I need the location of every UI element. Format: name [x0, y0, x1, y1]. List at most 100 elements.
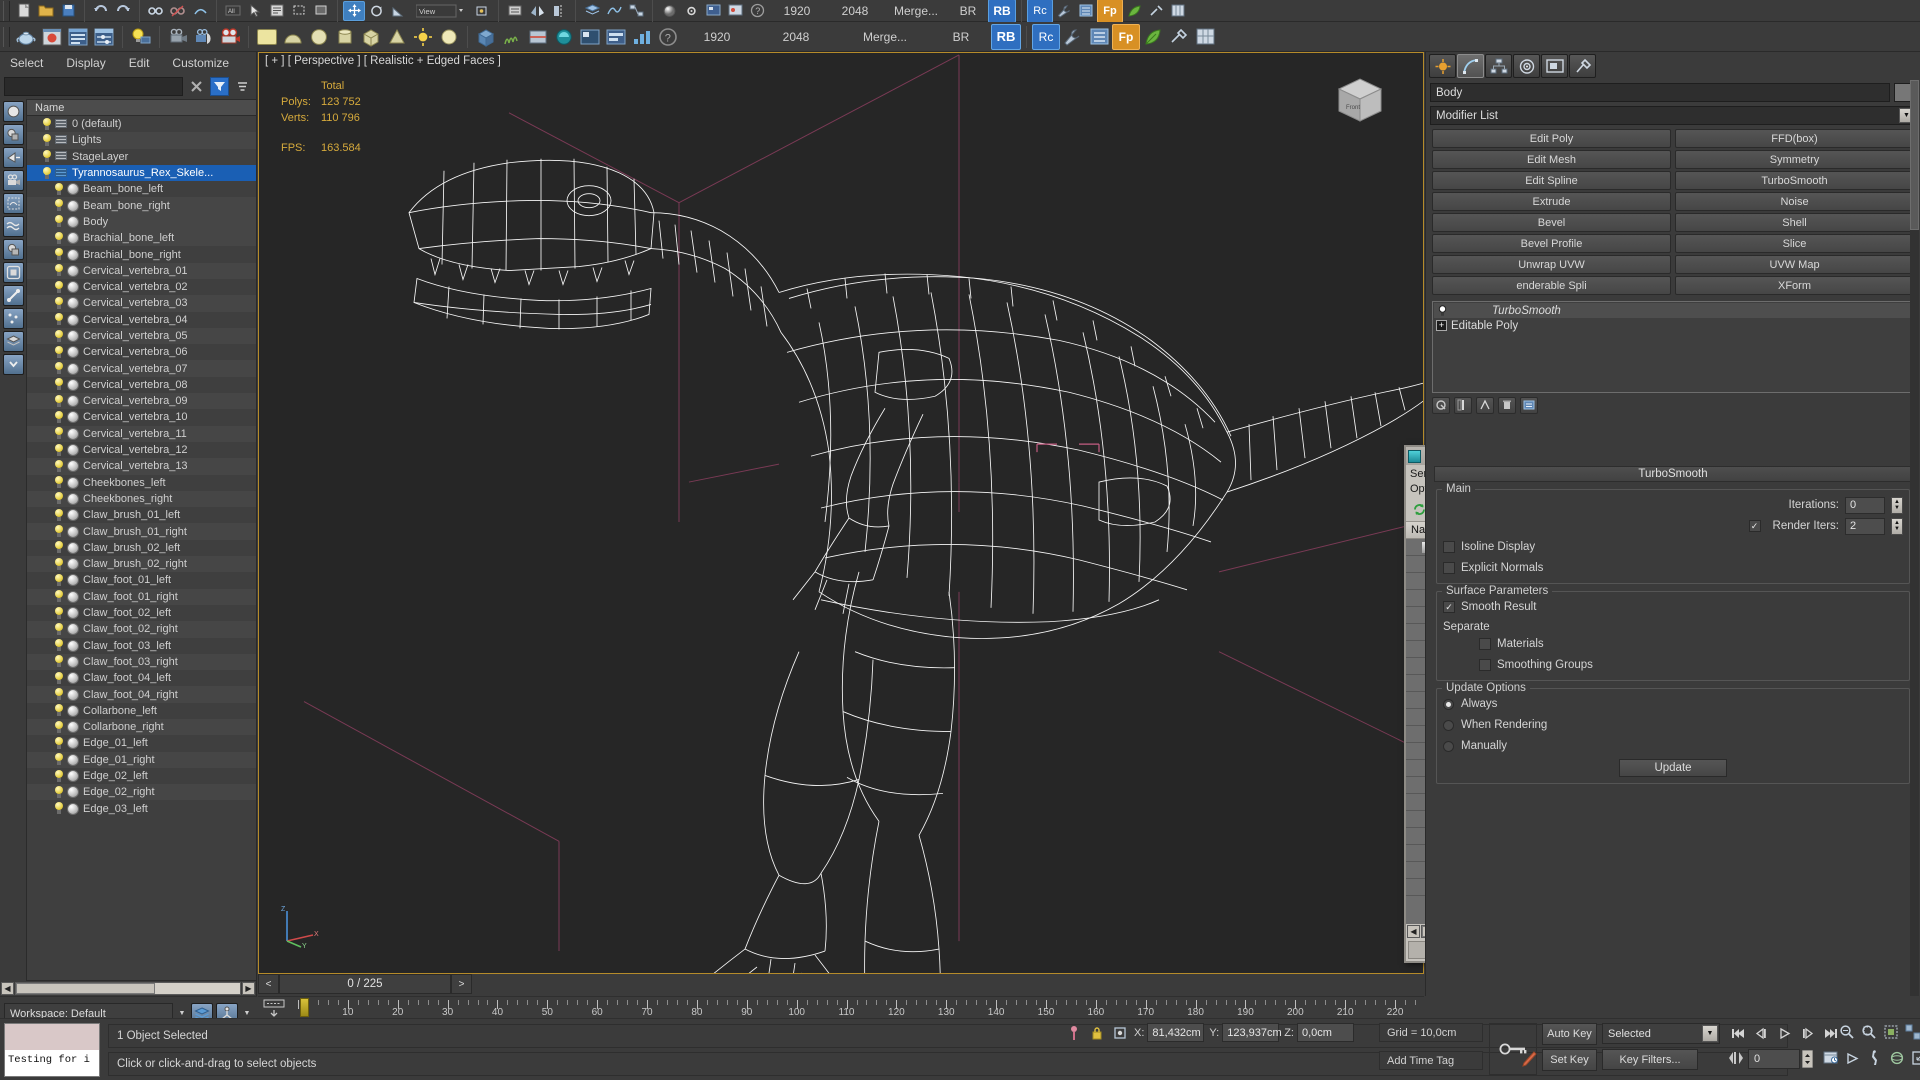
- iterations-spinner[interactable]: ▲ ▼: [1891, 496, 1903, 514]
- tab-modify[interactable]: [1457, 54, 1484, 78]
- filter-lights-icon[interactable]: [2, 147, 24, 168]
- scene-explorer-row[interactable]: Cervical_vertebra_02: [27, 279, 256, 295]
- visibility-bulb-icon[interactable]: [53, 492, 65, 505]
- light-lister-icon[interactable]: [128, 24, 154, 50]
- current-frame-input[interactable]: 0: [1748, 1049, 1800, 1069]
- slate-material-editor-icon[interactable]: [91, 24, 117, 50]
- render-iters-checkbox[interactable]: ✓: [1748, 520, 1761, 532]
- visibility-bulb-icon[interactable]: [53, 410, 65, 424]
- modifier-button[interactable]: Edit Spline: [1432, 171, 1671, 190]
- modifier-button[interactable]: Bevel: [1432, 213, 1671, 232]
- next-frame-button[interactable]: >: [451, 974, 472, 994]
- sphere-primitive-icon[interactable]: [280, 24, 306, 50]
- modifier-stack[interactable]: TurboSmooth + Editable Poly: [1432, 301, 1914, 393]
- modifier-button[interactable]: Noise: [1675, 192, 1914, 211]
- modifier-button[interactable]: Symmetry: [1675, 150, 1914, 169]
- tab-hierarchy[interactable]: [1485, 54, 1512, 78]
- selection-lock-icon[interactable]: [1088, 1024, 1106, 1042]
- scene-explorer-row[interactable]: Cervical_vertebra_03: [27, 295, 256, 312]
- cone-primitive-icon[interactable]: [384, 24, 410, 50]
- visibility-bulb-icon[interactable]: [53, 573, 65, 587]
- modifier-button[interactable]: Unwrap UVW: [1432, 255, 1671, 274]
- scroll-left-icon[interactable]: ◀: [1, 982, 14, 995]
- object-name-field[interactable]: Body: [1430, 83, 1890, 102]
- cylinder-primitive-icon[interactable]: [332, 24, 358, 50]
- toggle-layer-explorer-icon[interactable]: [581, 1, 603, 21]
- visibility-bulb-icon[interactable]: [53, 394, 65, 408]
- rendered-frame-window-icon[interactable]: [702, 1, 724, 21]
- visibility-bulb-icon[interactable]: [53, 753, 65, 766]
- tab-create[interactable]: [1429, 54, 1456, 78]
- toolbar-grip-2[interactable]: [3, 26, 10, 47]
- visibility-bulb-icon[interactable]: [53, 215, 65, 228]
- configure-sets-icon[interactable]: [1520, 396, 1538, 414]
- expand-base-object-icon[interactable]: +: [1436, 320, 1447, 331]
- filter-geometry-icon[interactable]: [2, 101, 24, 122]
- scene-explorer-row[interactable]: Beam_bone_right: [27, 197, 256, 214]
- scene-explorer-row[interactable]: Cheekbones_left: [27, 475, 256, 491]
- modifier-list-dropdown[interactable]: Modifier List ▼: [1430, 106, 1916, 125]
- time-configuration-icon[interactable]: [1822, 1049, 1840, 1067]
- visibility-bulb-icon[interactable]: [53, 345, 65, 359]
- scene-explorer-row[interactable]: Claw_foot_02_right: [27, 621, 256, 638]
- visibility-bulb-icon[interactable]: [53, 296, 65, 310]
- scene-explorer-row[interactable]: Claw_foot_01_right: [27, 588, 256, 605]
- render-setup-icon[interactable]: [680, 1, 702, 21]
- render-width-field[interactable]: 1920: [768, 1, 826, 21]
- merge-button[interactable]: Merge...: [884, 1, 948, 21]
- scene-explorer-row[interactable]: Cervical_vertebra_04: [27, 312, 256, 328]
- set-key-button[interactable]: Set Key: [1542, 1049, 1597, 1071]
- command-panel-scrollbar[interactable]: [1910, 80, 1919, 996]
- help-icon[interactable]: ?: [746, 1, 768, 21]
- visibility-bulb-icon[interactable]: [53, 264, 65, 277]
- teapot-primitive-icon[interactable]: [13, 24, 39, 50]
- command-panel-scroll-thumb[interactable]: [1910, 80, 1919, 230]
- rc-button[interactable]: Rc: [1027, 0, 1053, 23]
- make-unique-icon[interactable]: [1476, 396, 1494, 414]
- visibility-bulb-icon[interactable]: [53, 313, 65, 326]
- box-primitive-icon[interactable]: [358, 24, 384, 50]
- render-width-value[interactable]: 1920: [681, 27, 753, 47]
- scene-explorer-list[interactable]: 0 (default) Lights StageLayer ▼ Tyrannosauru…: [27, 116, 256, 980]
- scene-explorer-row[interactable]: 0 (default): [27, 116, 256, 132]
- lightbulb-toggle-icon[interactable]: [1436, 304, 1449, 317]
- rc-render-button[interactable]: Rc: [1032, 23, 1060, 50]
- scroll-right-icon[interactable]: ▶: [242, 982, 255, 995]
- render-iters-field[interactable]: 2: [1845, 517, 1885, 535]
- visibility-bulb-icon[interactable]: [53, 785, 65, 799]
- menu-display[interactable]: Display: [66, 56, 105, 70]
- rectangular-selection-icon[interactable]: [288, 1, 310, 21]
- time-slider-thumb[interactable]: [300, 998, 309, 1017]
- visibility-bulb-icon[interactable]: [53, 459, 65, 473]
- current-frame-display[interactable]: 0 / 225: [279, 974, 451, 994]
- rc-wrench-icon[interactable]: [1060, 24, 1086, 50]
- smooth-result-checkbox[interactable]: ✓: [1443, 601, 1455, 613]
- bind-spacewarp-icon[interactable]: [189, 1, 211, 21]
- select-and-scale-icon[interactable]: [387, 1, 409, 21]
- modifier-stack-entry[interactable]: TurboSmooth: [1434, 303, 1912, 318]
- coord-z-value[interactable]: 0,0cm: [1296, 1023, 1354, 1042]
- filter-layers-icon[interactable]: [2, 331, 24, 352]
- filter-particles-icon[interactable]: [2, 308, 24, 329]
- scene-explorer-row[interactable]: Claw_foot_02_left: [27, 605, 256, 621]
- render-production-icon[interactable]: [724, 1, 746, 21]
- br-label[interactable]: BR: [931, 27, 991, 47]
- camera-icon[interactable]: [165, 24, 191, 50]
- viewport-label[interactable]: [ + ] [ Perspective ] [ Realistic + Edge…: [265, 55, 501, 67]
- redo-icon[interactable]: [112, 1, 134, 21]
- scene-explorer-row[interactable]: StageLayer: [27, 149, 256, 165]
- select-and-move-icon[interactable]: [343, 0, 365, 21]
- visibility-bulb-icon[interactable]: [53, 769, 65, 783]
- scene-explorer-row[interactable]: Cheekbones_right: [27, 490, 256, 508]
- tab-utilities[interactable]: [1569, 54, 1596, 78]
- timeline-ruler[interactable]: 10 20 30 40 50 60 70 80 90 100 110 120 130 140 150 160 1…: [298, 997, 1420, 1018]
- update-when-rendering-row[interactable]: When Rendering: [1443, 716, 1903, 734]
- help-circle-icon[interactable]: ?: [655, 24, 681, 50]
- visibility-bulb-icon[interactable]: [53, 427, 65, 440]
- go-to-end-icon[interactable]: [1820, 1023, 1840, 1043]
- save-file-icon[interactable]: [57, 1, 79, 21]
- selection-set-chevron-icon[interactable]: ▼: [1702, 1025, 1718, 1042]
- tab-display[interactable]: [1541, 54, 1568, 78]
- visibility-bulb-icon[interactable]: [53, 802, 65, 815]
- scene-explorer-row[interactable]: Cervical_vertebra_05: [27, 327, 256, 345]
